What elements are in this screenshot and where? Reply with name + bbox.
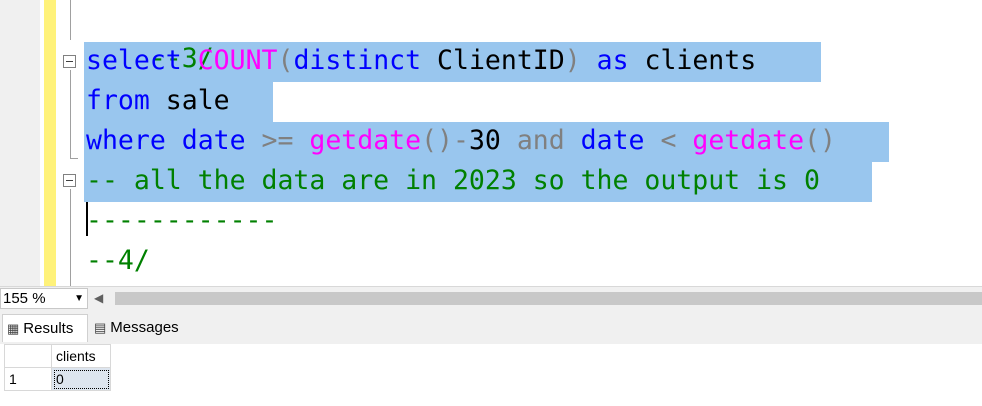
tab-messages[interactable]: ▤ Messages [90, 314, 194, 342]
sql-editor[interactable]: --3/ select COUNT(distinct ClientID) as … [0, 0, 982, 286]
results-tab-strip: ▦ Results ▤ Messages [0, 310, 982, 344]
column-header[interactable]: clients [51, 344, 111, 368]
collapse-block-icon[interactable] [63, 55, 76, 68]
function-token: COUNT [197, 45, 278, 76]
text-caret [86, 202, 88, 236]
outline-line [70, 189, 71, 286]
outline-line [70, 70, 71, 158]
keyword-token: select [86, 45, 182, 76]
operator-token: - [453, 125, 469, 156]
row-number[interactable]: 1 [4, 367, 52, 391]
tab-messages-label: Messages [110, 319, 179, 336]
messages-icon: ▤ [94, 320, 107, 335]
code-line-3[interactable]: from sale [86, 82, 230, 120]
collapse-block-icon[interactable] [63, 174, 76, 187]
code-line-1[interactable]: --3/ [86, 2, 214, 74]
change-tracking-margin [44, 0, 56, 286]
outline-end-tick [70, 158, 78, 159]
outline-line [70, 0, 71, 40]
operator-token: ) [564, 45, 581, 76]
code-line-4[interactable]: where date >= getdate()-30 and date < ge… [86, 122, 836, 160]
keyword-token: distinct [293, 45, 422, 76]
keyword-token: date [564, 125, 645, 156]
result-cell[interactable]: 0 [51, 367, 111, 391]
table-row[interactable]: 1 0 [4, 367, 111, 391]
comment-token: ------------ [86, 205, 278, 236]
results-table: clients 1 0 [4, 344, 111, 391]
grid-icon: ▦ [7, 321, 20, 336]
chevron-down-icon[interactable]: ▼ [74, 289, 84, 308]
code-line-6[interactable]: ------------ [86, 202, 277, 240]
code-line-5[interactable]: -- all the data are in 2023 so the outpu… [86, 162, 820, 200]
code-line-7[interactable]: --4/ [86, 242, 150, 280]
function-token: getdate [293, 125, 422, 156]
tab-results[interactable]: ▦ Results [2, 314, 88, 342]
zoom-value: 155 % [3, 290, 46, 307]
results-grid: clients 1 0 [0, 344, 982, 406]
scroll-left-arrow-icon[interactable]: ◀ [94, 291, 103, 305]
operator-token: () [804, 125, 836, 156]
keyword-token: where [86, 125, 166, 156]
zoom-select[interactable]: 155 % ▼ [0, 288, 88, 309]
keyword-token: as [580, 45, 629, 76]
comment-token: -- all the data are in 2023 so the outpu… [86, 165, 820, 196]
operator-token: () [421, 125, 453, 156]
identifier-token: ClientID [421, 45, 565, 76]
code-line-2[interactable]: select COUNT(distinct ClientID) as clien… [86, 42, 756, 80]
comment-token: --4/ [86, 245, 150, 276]
header-row: clients [4, 344, 111, 368]
editor-status-bar: 155 % ▼ ◀ [0, 286, 982, 310]
tab-results-label: Results [23, 320, 74, 337]
operator-token: >= [245, 125, 294, 156]
keyword-token: from [86, 85, 150, 116]
keyword-token: date [165, 125, 246, 156]
function-token: getdate [676, 125, 805, 156]
operator-token: ( [277, 45, 294, 76]
operator-token: < [644, 125, 677, 156]
row-header-corner[interactable] [4, 344, 52, 368]
identifier-token: sale [149, 85, 230, 116]
operator-token: and [500, 125, 565, 156]
number-token: 30 [468, 125, 501, 156]
editor-gutter [0, 0, 40, 286]
horizontal-scrollbar[interactable] [115, 292, 982, 305]
identifier-token: clients [628, 45, 757, 76]
